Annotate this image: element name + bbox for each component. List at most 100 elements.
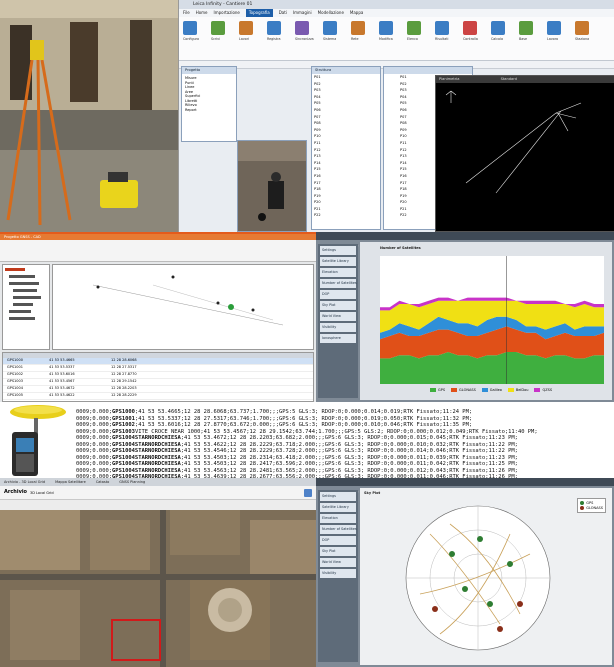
sidebar-item[interactable]: World View bbox=[320, 558, 356, 567]
tree-item[interactable]: Report bbox=[185, 108, 233, 113]
sidebar-item[interactable]: Settings bbox=[320, 492, 356, 501]
ribbon-button-label[interactable]: Lavoro bbox=[547, 37, 558, 41]
satellite-map[interactable] bbox=[0, 510, 316, 667]
point-row[interactable]: P06 bbox=[314, 108, 378, 115]
table-row[interactable]: GPS1000 41 53 53.4665 12 28 28.6068 bbox=[3, 358, 313, 365]
point-row[interactable]: P12 bbox=[314, 148, 378, 155]
sidebar-item[interactable]: Settings bbox=[320, 246, 356, 255]
menu-map[interactable]: Mappa bbox=[350, 9, 363, 17]
point-row[interactable]: P10 bbox=[314, 134, 378, 141]
ribbon-button-icon[interactable] bbox=[463, 21, 477, 35]
ribbon-button-label[interactable]: Sistema bbox=[323, 37, 336, 41]
browser-tab[interactable]: Catasto bbox=[96, 478, 109, 486]
ribbon-button-label[interactable]: Rete bbox=[351, 37, 359, 41]
sidebar-item[interactable]: Satellite Library bbox=[320, 257, 356, 266]
ribbon-button-label[interactable]: Risultati bbox=[435, 37, 448, 41]
point-row[interactable]: P21 bbox=[314, 207, 378, 214]
sidebar-item[interactable]: Number of Satellites bbox=[320, 525, 357, 534]
ribbon-button-icon[interactable] bbox=[435, 21, 449, 35]
ribbon-button-icon[interactable] bbox=[183, 21, 197, 35]
point-row[interactable]: P22 bbox=[314, 213, 378, 220]
menu-images[interactable]: Immagini bbox=[293, 9, 312, 17]
table-row[interactable]: GPS1005 41 53 53.4622 12 28 28.2229 bbox=[3, 393, 313, 400]
ribbon-button-icon[interactable] bbox=[239, 21, 253, 35]
point-row[interactable]: P08 bbox=[314, 121, 378, 128]
ribbon-button-icon[interactable] bbox=[575, 21, 589, 35]
map-toolbar: Archivio 3D Local Grid bbox=[0, 486, 316, 500]
log-prefix: 0009;0.000; bbox=[76, 435, 113, 441]
legend-label: GLONASS bbox=[586, 505, 603, 510]
ribbon-button-icon[interactable] bbox=[491, 21, 505, 35]
menu-modeling[interactable]: Modellazione bbox=[318, 9, 344, 17]
table-row[interactable]: GPS1002 41 53 53.6016 12 28 27.8770 bbox=[3, 372, 313, 379]
point-row[interactable]: P20 bbox=[314, 200, 378, 207]
ribbon-button-icon[interactable] bbox=[211, 21, 225, 35]
table-row[interactable]: GPS1003 41 53 53.4567 12 28 29.1542 bbox=[3, 379, 313, 386]
window-title: Leica Infinity - Cantiere 01 bbox=[179, 0, 614, 9]
ribbon-button-label[interactable]: Sincronizza bbox=[295, 37, 314, 41]
point-row[interactable]: P14 bbox=[314, 161, 378, 168]
ribbon-button-icon[interactable] bbox=[519, 21, 533, 35]
table-cell: GPS1005 bbox=[7, 393, 23, 397]
point-row[interactable]: P03 bbox=[314, 88, 378, 95]
point-row[interactable]: P07 bbox=[314, 115, 378, 122]
map-search-field[interactable]: 3D Local Grid bbox=[30, 491, 54, 496]
sidebar-item[interactable]: Elevation bbox=[320, 514, 356, 523]
browser-tab[interactable]: Mappa Satellitare bbox=[55, 478, 86, 486]
ribbon-button-label[interactable]: Elenco bbox=[407, 37, 418, 41]
map-menu-icon[interactable] bbox=[304, 489, 312, 497]
ribbon-button-label[interactable]: Base bbox=[519, 37, 527, 41]
table-row[interactable]: GPS1004 41 53 53.4672 12 28 28.2203 bbox=[3, 386, 313, 393]
ribbon-button-label[interactable]: Modifica bbox=[379, 37, 393, 41]
point-row[interactable]: P04 bbox=[314, 95, 378, 102]
sidebar-item[interactable]: DOP bbox=[320, 290, 356, 299]
browser-tab[interactable]: Archivio - 3D Local Grid bbox=[4, 478, 45, 486]
ribbon-button-icon[interactable] bbox=[295, 21, 309, 35]
ribbon-button-label[interactable]: Staziona bbox=[575, 37, 589, 41]
view-mode-label[interactable]: Standard bbox=[501, 77, 517, 81]
point-row[interactable]: P19 bbox=[314, 194, 378, 201]
point-row[interactable]: P18 bbox=[314, 187, 378, 194]
point-row[interactable]: P05 bbox=[314, 101, 378, 108]
ribbon-button-label[interactable]: Calcola bbox=[491, 37, 503, 41]
point-row[interactable]: P11 bbox=[314, 141, 378, 148]
menu-import[interactable]: Importazione bbox=[214, 9, 240, 17]
menu-file[interactable]: File bbox=[183, 9, 190, 17]
point-row[interactable]: P01 bbox=[314, 75, 378, 82]
menu-home[interactable]: Home bbox=[196, 9, 208, 17]
menu-data[interactable]: Dati bbox=[279, 9, 287, 17]
ribbon-button-icon[interactable] bbox=[407, 21, 421, 35]
sidebar-item[interactable]: DOP bbox=[320, 536, 356, 545]
point-row[interactable]: P15 bbox=[314, 167, 378, 174]
point-row[interactable]: P09 bbox=[314, 128, 378, 135]
sidebar-item[interactable]: Visibility bbox=[320, 569, 356, 578]
table-cell: 12 28 28.2203 bbox=[111, 386, 137, 390]
sidebar-item[interactable]: Elevation bbox=[320, 268, 356, 277]
sidebar-item[interactable]: Number of Satellites bbox=[320, 279, 357, 288]
sidebar-item[interactable]: Ionosphere bbox=[320, 334, 356, 343]
menu-survey[interactable]: Topografia bbox=[245, 9, 273, 17]
point-row[interactable]: P02 bbox=[314, 82, 378, 89]
log-point-id: GPS1004STARNORDCHIESA bbox=[112, 435, 181, 441]
sidebar-item[interactable]: Satellite Library bbox=[320, 503, 356, 512]
sidebar-item[interactable]: Visibility bbox=[320, 323, 356, 332]
ribbon-button-icon[interactable] bbox=[323, 21, 337, 35]
point-row[interactable]: P13 bbox=[314, 154, 378, 161]
sidebar-item[interactable]: Sky Plot bbox=[320, 547, 356, 556]
browser-tab[interactable]: GNSS Planning bbox=[119, 478, 145, 486]
ribbon-button-icon[interactable] bbox=[351, 21, 365, 35]
sidebar-item[interactable]: Sky Plot bbox=[320, 301, 356, 310]
table-row[interactable]: GPS1001 41 53 53.5337 12 28 27.5317 bbox=[3, 365, 313, 372]
ribbon-button-icon[interactable] bbox=[379, 21, 393, 35]
ribbon-button-label[interactable]: Scrivi bbox=[211, 37, 220, 41]
ribbon-button-label[interactable]: Controlla bbox=[463, 37, 478, 41]
point-row[interactable]: P16 bbox=[314, 174, 378, 181]
sidebar-item[interactable]: World View bbox=[320, 312, 356, 321]
ribbon-button-icon[interactable] bbox=[547, 21, 561, 35]
ribbon-button-label[interactable]: Configura bbox=[183, 37, 199, 41]
point-row[interactable]: P17 bbox=[314, 181, 378, 188]
ribbon-button-icon[interactable] bbox=[267, 21, 281, 35]
cad-3d-view[interactable] bbox=[52, 264, 314, 350]
ribbon-button-label[interactable]: Registra bbox=[267, 37, 281, 41]
ribbon-button-label[interactable]: Lavori bbox=[239, 37, 249, 41]
